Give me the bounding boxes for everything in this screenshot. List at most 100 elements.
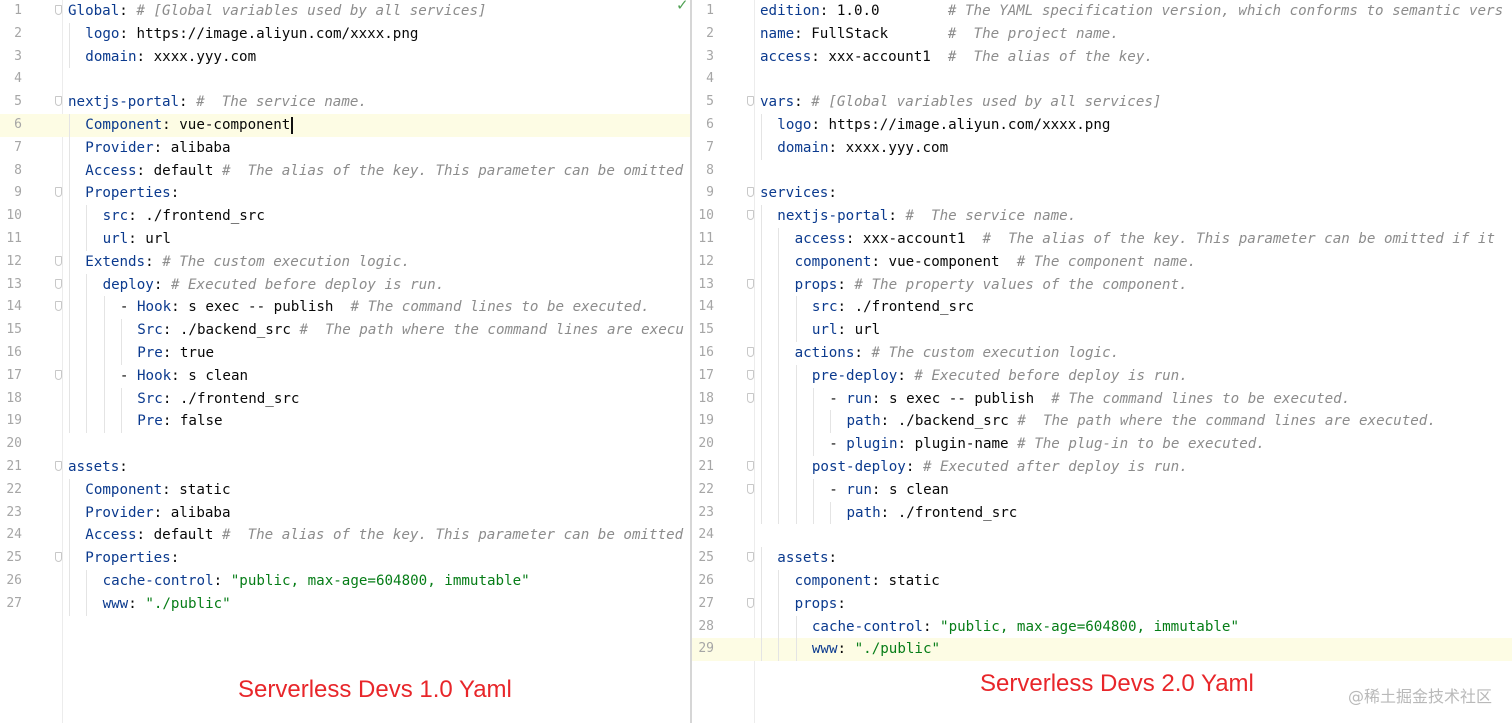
- yaml-value: : ./backend_src: [162, 322, 300, 339]
- code-line[interactable]: 25 assets:: [692, 547, 1512, 570]
- fold-marker-icon[interactable]: [747, 392, 754, 403]
- code-line[interactable]: 8: [692, 160, 1512, 183]
- code-line[interactable]: 14 src: ./frontend_src: [692, 296, 1512, 319]
- fold-marker-icon[interactable]: [747, 347, 754, 357]
- code-line[interactable]: 6 Component: vue-component: [0, 114, 690, 137]
- indent-guide: [795, 615, 797, 639]
- code-line[interactable]: 15 url: url: [692, 319, 1512, 342]
- code-line[interactable]: 16 actions: # The custom execution logic.: [692, 342, 1512, 365]
- fold-marker-icon[interactable]: [55, 369, 62, 380]
- code-line[interactable]: 23 Provider: alibaba: [0, 502, 690, 525]
- code-line[interactable]: 12 Extends: # The custom execution logic.: [0, 251, 690, 274]
- indent-guide: [795, 501, 797, 525]
- code-line[interactable]: 26 component: static: [692, 570, 1512, 593]
- fold-marker-icon[interactable]: [55, 255, 62, 266]
- code-line[interactable]: 1 Global: # [Global variables used by all…: [0, 0, 690, 23]
- line-number: 2: [706, 25, 714, 41]
- code-line[interactable]: 21 post-deploy: # Executed after deploy i…: [692, 456, 1512, 479]
- fold-marker-icon[interactable]: [747, 461, 754, 471]
- yaml-key: Src: [137, 322, 163, 339]
- indent-guide: [86, 410, 88, 434]
- indent-guide: [778, 228, 780, 251]
- code-line[interactable]: 9 services:: [692, 182, 1512, 205]
- indent-guide: [778, 387, 780, 411]
- fold-marker-icon[interactable]: [747, 278, 754, 289]
- yaml-value: : alibaba: [153, 504, 231, 521]
- line-number: 13: [6, 276, 22, 292]
- fold-marker-icon[interactable]: [55, 5, 62, 15]
- code-line[interactable]: 1 edition: 1.0.0 # The YAML specification…: [692, 0, 1512, 23]
- code-text: cache-control: "public, max-age=604800, …: [103, 570, 530, 593]
- code-line[interactable]: 11 access: xxx-account1 # The alias of th…: [692, 228, 1512, 251]
- code-line[interactable]: 13 props: # The property values of the co…: [692, 274, 1512, 297]
- code-line[interactable]: 7 domain: xxxx.yyy.com: [692, 137, 1512, 160]
- code-line[interactable]: 10 src: ./frontend_src: [0, 205, 690, 228]
- fold-marker-icon[interactable]: [747, 483, 754, 494]
- code-line[interactable]: 4: [0, 68, 690, 91]
- yaml-comment: # The service name.: [196, 94, 367, 111]
- code-line[interactable]: 10 nextjs-portal: # The service name.: [692, 205, 1512, 228]
- fold-marker-icon[interactable]: [55, 187, 62, 198]
- indent-guide: [86, 296, 88, 320]
- code-line[interactable]: 20 - plugin: plugin-name # The plug-in to…: [692, 433, 1512, 456]
- code-line[interactable]: 21 assets:: [0, 456, 690, 479]
- code-line[interactable]: 26 cache-control: "public, max-age=604800…: [0, 570, 690, 593]
- code-line[interactable]: 9 Properties:: [0, 182, 690, 205]
- code-line[interactable]: 11 url: url: [0, 228, 690, 251]
- yaml-string: "public, max-age=604800, immutable": [940, 618, 1239, 635]
- code-line[interactable]: 24 Access: default # The alias of the key…: [0, 524, 690, 547]
- yaml-value: :: [170, 550, 180, 567]
- code-line[interactable]: 4: [692, 68, 1512, 91]
- fold-marker-icon[interactable]: [55, 552, 62, 563]
- fold-marker-icon[interactable]: [55, 278, 62, 289]
- yaml-comment: # The alias of the key. This parameter c…: [982, 231, 1496, 247]
- code-line[interactable]: 8 Access: default # The alias of the key.…: [0, 160, 690, 183]
- yaml-key: Extends: [85, 253, 146, 270]
- code-line[interactable]: 22 Component: static: [0, 479, 690, 502]
- code-line[interactable]: 22 - run: s clean: [692, 479, 1512, 502]
- code-line[interactable]: 7 Provider: alibaba: [0, 137, 690, 160]
- code-text: - Hook: s exec -- publish # The command …: [120, 296, 650, 319]
- fold-marker-icon[interactable]: [747, 369, 754, 380]
- code-line[interactable]: 19 path: ./backend_src # The path where t…: [692, 410, 1512, 433]
- code-line[interactable]: 3 domain: xxxx.yyy.com: [0, 46, 690, 69]
- fold-marker-icon[interactable]: [55, 301, 62, 312]
- code-line[interactable]: 3 access: xxx-account1 # The alias of the…: [692, 46, 1512, 69]
- code-line[interactable]: 5 nextjs-portal: # The service name.: [0, 91, 690, 114]
- code-line[interactable]: 25 Properties:: [0, 547, 690, 570]
- yaml-value: : xxxx.yyy.com: [828, 139, 949, 156]
- indent-guide: [761, 547, 762, 570]
- code-line[interactable]: 24: [692, 524, 1512, 547]
- code-line[interactable]: 2 name: FullStack # The project name.: [692, 23, 1512, 46]
- code-line[interactable]: 12 component: vue-component # The compone…: [692, 251, 1512, 274]
- code-line[interactable]: 13 deploy: # Executed before deploy is ru…: [0, 274, 690, 297]
- code-text: Extends: # The custom execution logic.: [85, 251, 410, 274]
- fold-marker-icon[interactable]: [747, 187, 754, 198]
- indent-guide: [69, 136, 70, 160]
- fold-marker-icon[interactable]: [747, 96, 754, 107]
- code-text: Provider: alibaba: [85, 502, 230, 525]
- fold-marker-icon[interactable]: [747, 597, 754, 608]
- fold-marker-icon[interactable]: [55, 96, 62, 107]
- fold-marker-icon[interactable]: [55, 461, 62, 471]
- code-line[interactable]: 6 logo: https://image.aliyun.com/xxxx.png: [692, 114, 1512, 137]
- indent-guide: [812, 501, 814, 525]
- code-line[interactable]: 18 - run: s exec -- publish # The command…: [692, 388, 1512, 411]
- code-line[interactable]: 23 path: ./frontend_src: [692, 502, 1512, 525]
- code-line[interactable]: 5 vars: # [Global variables used by all s…: [692, 91, 1512, 114]
- code-line[interactable]: 27 props:: [692, 593, 1512, 616]
- yaml-value: : url: [128, 231, 171, 247]
- code-line[interactable]: 2 logo: https://image.aliyun.com/xxxx.png: [0, 23, 690, 46]
- code-line[interactable]: 29 www: "./public": [692, 638, 1512, 662]
- fold-marker-icon[interactable]: [747, 552, 754, 563]
- yaml-value: :: [170, 185, 180, 202]
- code-line[interactable]: 28 cache-control: "public, max-age=604800…: [692, 616, 1512, 639]
- yaml-value: : 1.0.0: [819, 3, 948, 19]
- code-line[interactable]: 17 pre-deploy: # Executed before deploy i…: [692, 365, 1512, 388]
- fold-marker-icon[interactable]: [747, 210, 754, 221]
- indent-guide: [69, 547, 70, 570]
- right-caption: Serverless Devs 2.0 Yaml: [980, 670, 1254, 697]
- indent-guide: [86, 387, 88, 411]
- code-line[interactable]: 27 www: "./public": [0, 593, 690, 616]
- code-line[interactable]: 20: [0, 433, 690, 456]
